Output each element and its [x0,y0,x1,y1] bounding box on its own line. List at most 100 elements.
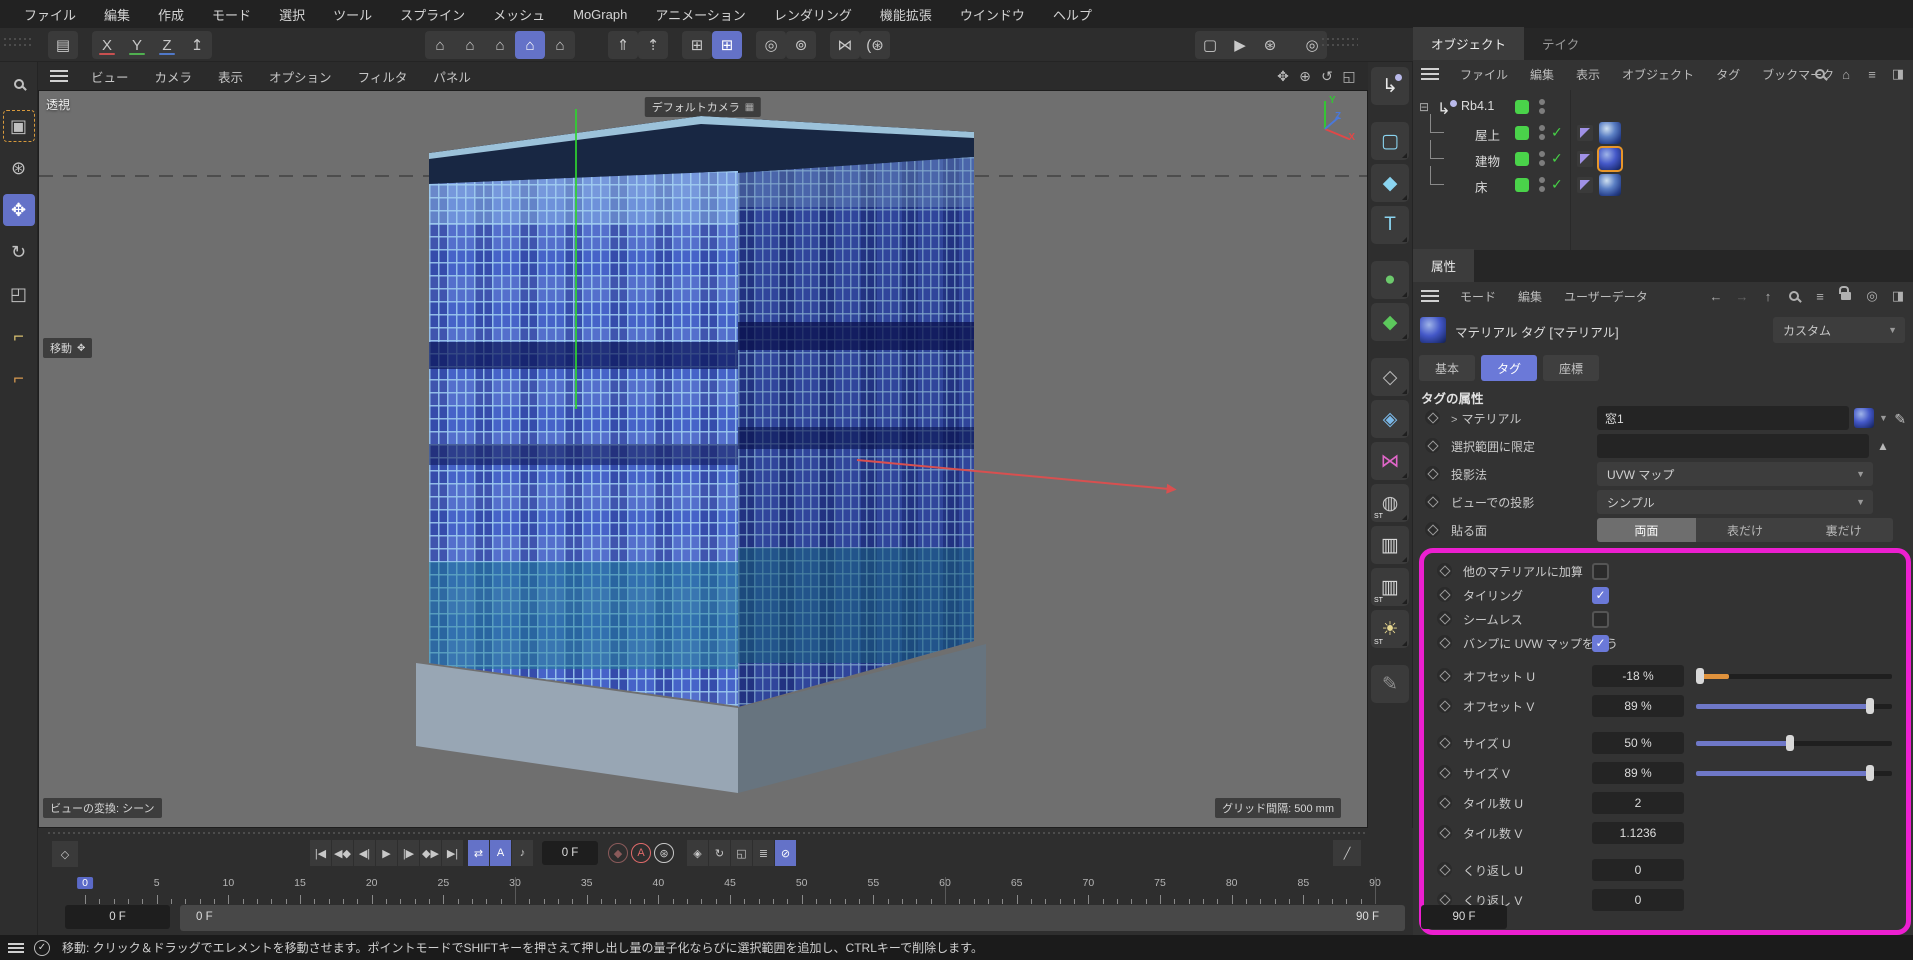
visibility-dots[interactable] [1539,99,1545,117]
forward-icon[interactable]: → [1733,289,1751,304]
dot-editor[interactable] [1539,99,1545,105]
diamond-icon[interactable] [1437,862,1452,877]
loop-toggle[interactable]: ⇄ [468,840,489,866]
up-icon[interactable]: ↑ [1759,289,1777,304]
value-field[interactable]: -18 % [1592,665,1684,687]
menubar-item[interactable]: 選択 [265,5,319,24]
new-panel-icon[interactable]: ◨ [1889,288,1907,304]
expander-icon[interactable]: > [1451,414,1457,426]
tweak-selection-tool[interactable]: ⊛ [3,152,35,184]
back-icon[interactable]: ← [1707,289,1725,304]
light-icon[interactable]: ☀ST [1371,610,1409,648]
toggle-views-icon[interactable]: ◱ [1338,65,1360,87]
viewport-menu-item[interactable]: オプション [256,67,345,86]
next-key-button[interactable]: ◆▶ [420,840,441,866]
camera-film-icon[interactable]: ▥ [1371,526,1409,564]
previous-key-button[interactable]: ◀◆ [332,840,353,866]
workplane-icon[interactable]: ⇑ [608,31,638,59]
keyframe-settings-button[interactable]: ⊛ [654,843,674,863]
expand-icon[interactable]: ⊟ [1419,100,1429,114]
render-settings-icon[interactable]: ⊛ [1255,31,1285,59]
diamond-icon[interactable] [1425,410,1440,425]
object-menu-item[interactable]: 編集 [1519,66,1565,83]
model-mode-button[interactable]: ⌂ [515,31,545,59]
autokey-mode-toggle[interactable]: A [490,840,511,866]
value-field[interactable]: 1.1236 [1592,822,1684,844]
dot-render[interactable] [1539,108,1545,114]
deformer-icon[interactable]: ◆ [1371,303,1409,341]
object-name[interactable]: Rb4.1 [1461,99,1494,113]
viewport-menu-item[interactable]: 表示 [205,67,256,86]
diamond-icon[interactable] [1425,522,1440,537]
material-name-field[interactable]: 窓1 [1597,406,1849,430]
side-option-button[interactable]: 裏だけ [1794,518,1893,542]
symmetry-icon[interactable]: ⋈ [830,31,860,59]
checkbox[interactable]: ✓ [1592,587,1609,604]
dot-render[interactable] [1539,186,1545,192]
viewport-menu-item[interactable]: フィルタ [345,67,421,86]
slider-handle[interactable] [1866,765,1874,781]
material-tag-thumbnail[interactable] [1420,317,1446,343]
value-field[interactable]: 2 [1592,792,1684,814]
modeling-tool-a[interactable]: ⌐ [3,320,35,352]
checkbox[interactable] [1592,563,1609,580]
axis-tool-icon[interactable]: ↥ [182,31,212,59]
sound-toggle[interactable]: ♪ [512,840,533,866]
stage-icon[interactable]: ▥ST [1371,568,1409,606]
coordinates-icon[interactable]: ↳ [1371,67,1409,105]
render-circle-settings-icon[interactable]: ⊚ [786,31,816,59]
menubar-item[interactable]: 機能拡張 [866,5,946,24]
go-to-start-button[interactable]: |◀ [310,840,331,866]
filter-icon[interactable]: ≡ [1863,67,1881,82]
enable-toggle[interactable] [1515,126,1529,140]
selection-field[interactable] [1597,434,1869,458]
move-tool[interactable]: ✥ [3,194,35,226]
record-button[interactable]: ◆ [608,843,628,863]
scene-nodes-icon[interactable]: ◍ST [1371,484,1409,522]
dropdown-field[interactable]: UVW マップ▼ [1597,462,1873,486]
object-name[interactable]: 屋上 [1475,125,1500,144]
viewport[interactable]: 透視 デフォルトカメラ▦ 移動✥ ビューの変換: シーン [38,90,1368,828]
preset-dropdown[interactable]: カスタム▼ [1773,317,1905,343]
eyedropper-icon[interactable]: ✐ [1890,412,1907,424]
material-tag-icon[interactable] [1599,122,1621,144]
key-scale-toggle[interactable]: ◱ [731,840,752,866]
viewport-menu-item[interactable]: ビュー [78,67,142,86]
object-menu-icon[interactable] [1421,68,1439,80]
tab-takes[interactable]: テイク [1524,27,1597,60]
diamond-icon[interactable] [1437,825,1452,840]
key-pla-toggle[interactable]: ⊘ [775,840,796,866]
slider[interactable] [1696,762,1892,784]
status-menu-icon[interactable] [8,943,24,953]
camera-chip[interactable]: デフォルトカメラ▦ [645,97,761,117]
diamond-icon[interactable] [1437,563,1452,578]
tab-attributes[interactable]: 属性 [1413,249,1474,282]
material-tag-icon[interactable] [1599,174,1621,196]
axis-lock-x-button[interactable]: X [92,31,122,59]
menubar-item[interactable]: 編集 [90,5,144,24]
menubar-item[interactable]: アニメーション [641,5,759,24]
playhead-frame-field[interactable]: 0 F [65,905,170,929]
dropdown-field[interactable]: シンプル▼ [1597,490,1873,514]
dot-editor[interactable] [1539,151,1545,157]
dot-render[interactable] [1539,160,1545,166]
primitive-cube-icon[interactable]: ◆ [1371,164,1409,202]
enable-toggle[interactable] [1515,152,1529,166]
tree-row[interactable]: 建物✓ [1413,146,1913,172]
spline-pen-icon[interactable]: ▢ [1371,122,1409,160]
checkbox[interactable]: ✓ [1592,635,1609,652]
edges-mode-button[interactable]: ⌂ [455,31,485,59]
slider-handle[interactable] [1786,735,1794,751]
fcurve-button[interactable]: ╱ [1333,840,1361,866]
diamond-icon[interactable] [1425,494,1440,509]
scale-tool[interactable]: ◰ [3,278,35,310]
previous-frame-button[interactable]: ◀| [354,840,375,866]
modeling-tool-b[interactable]: ⌐ [3,362,35,394]
attribute-menu-item[interactable]: 編集 [1507,288,1553,305]
tool-options-icon[interactable]: (⊛ [860,31,890,59]
object-menu-item[interactable]: オブジェクト [1611,66,1705,83]
tree-row[interactable]: ⊟↳Rb4.1 [1413,94,1913,120]
diamond-icon[interactable] [1437,795,1452,810]
viewport-menu-item[interactable]: カメラ [142,67,206,86]
end-frame-field[interactable]: 90 F [1421,905,1507,929]
